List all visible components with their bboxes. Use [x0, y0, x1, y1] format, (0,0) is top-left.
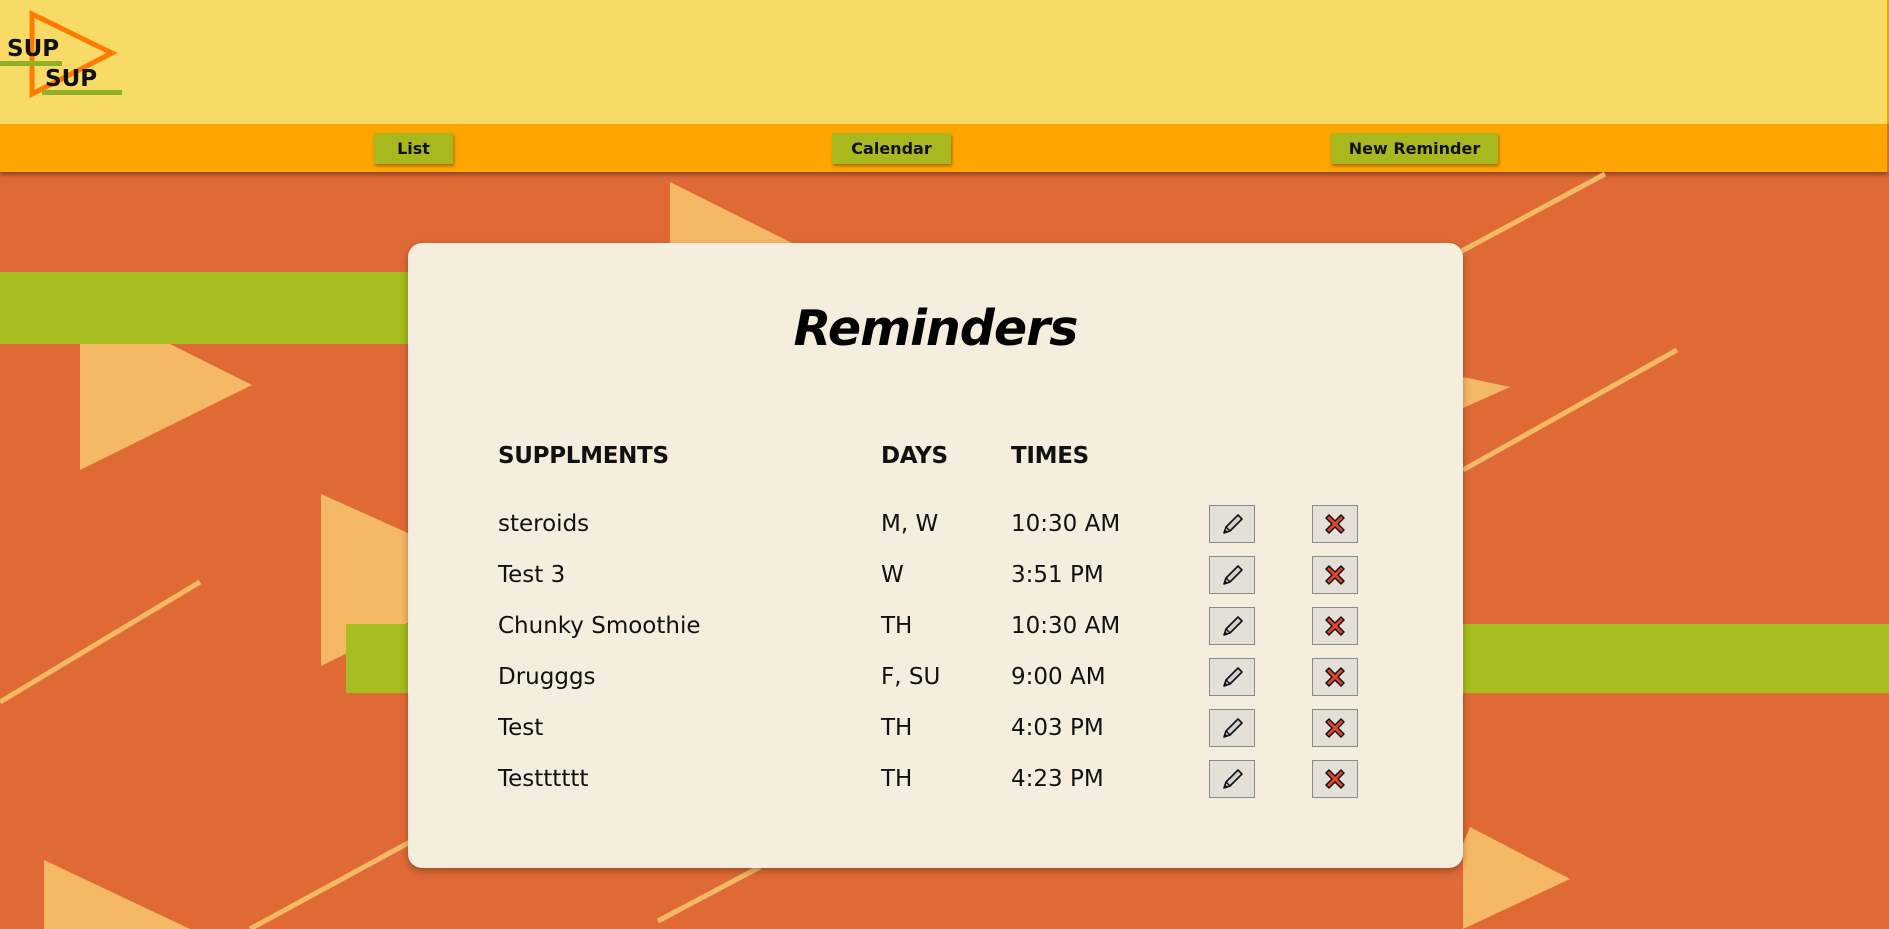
reminder-row: Test 3 W 3:51 PM [408, 556, 1463, 598]
edit-reminder-button[interactable] [1209, 607, 1255, 645]
column-header-times: TIMES [1011, 443, 1089, 469]
reminder-time: 4:23 PM [1011, 766, 1104, 792]
reminder-row: Chunky Smoothie TH 10:30 AM [408, 607, 1463, 649]
reminder-row: Test TH 4:03 PM [408, 709, 1463, 751]
background-line [248, 839, 412, 929]
sup-sup-logo[interactable]: SUP SUP [0, 8, 125, 100]
supplement-name: Testttttt [498, 766, 589, 792]
delete-reminder-button[interactable] [1312, 505, 1358, 543]
supplement-name: Drugggs [498, 664, 596, 690]
reminder-row: Drugggs F, SU 9:00 AM [408, 658, 1463, 700]
reminder-days: W [881, 562, 904, 588]
nav-list-button[interactable]: List [374, 133, 453, 164]
background-stripe [0, 272, 420, 344]
pencil-icon [1217, 713, 1247, 743]
supplement-name: Test [498, 715, 544, 741]
page-title: Reminders [793, 300, 1079, 357]
column-header-days: DAYS [881, 443, 948, 469]
app-header: SUP SUP [0, 0, 1889, 124]
pencil-icon [1217, 560, 1247, 590]
background-triangle [1463, 827, 1570, 929]
pencil-icon [1217, 509, 1247, 539]
close-icon [1320, 611, 1350, 641]
reminder-row: Testttttt TH 4:23 PM [408, 760, 1463, 802]
background-line [0, 579, 202, 705]
reminder-row: steroids M, W 10:30 AM [408, 505, 1463, 547]
reminder-days: TH [881, 613, 913, 639]
background-line [656, 864, 762, 924]
background-line [1458, 172, 1607, 255]
edit-reminder-button[interactable] [1209, 658, 1255, 696]
background-triangle [44, 860, 190, 929]
pencil-icon [1217, 764, 1247, 794]
background-triangle [670, 182, 800, 247]
edit-reminder-button[interactable] [1209, 556, 1255, 594]
edit-reminder-button[interactable] [1209, 709, 1255, 747]
logo-text-bottom: SUP [45, 66, 98, 92]
reminder-days: M, W [881, 511, 939, 537]
reminder-time: 10:30 AM [1011, 613, 1121, 639]
pencil-icon [1217, 662, 1247, 692]
close-icon [1320, 662, 1350, 692]
pencil-icon [1217, 611, 1247, 641]
background-triangle [1463, 377, 1510, 408]
nav-calendar-button[interactable]: Calendar [832, 133, 951, 164]
reminder-time: 3:51 PM [1011, 562, 1104, 588]
column-header-supplements: SUPPLMENTS [498, 443, 669, 469]
reminder-time: 4:03 PM [1011, 715, 1104, 741]
supplement-name: steroids [498, 511, 590, 537]
close-icon [1320, 560, 1350, 590]
nav-bar: List Calendar New Reminder [0, 124, 1889, 172]
supplement-name: Chunky Smoothie [498, 613, 701, 639]
delete-reminder-button[interactable] [1312, 760, 1358, 798]
edit-reminder-button[interactable] [1209, 505, 1255, 543]
close-icon [1320, 509, 1350, 539]
delete-reminder-button[interactable] [1312, 658, 1358, 696]
delete-reminder-button[interactable] [1312, 556, 1358, 594]
reminders-card: Reminders SUPPLMENTS DAYS TIMES steroids… [408, 243, 1463, 868]
delete-reminder-button[interactable] [1312, 709, 1358, 747]
background-line [1461, 347, 1679, 473]
logo-text-top: SUP [7, 36, 60, 62]
delete-reminder-button[interactable] [1312, 607, 1358, 645]
reminder-days: F, SU [881, 664, 941, 690]
supplement-name: Test 3 [498, 562, 566, 588]
reminder-time: 10:30 AM [1011, 511, 1121, 537]
background-triangle [80, 344, 252, 470]
nav-new-reminder-button[interactable]: New Reminder [1331, 133, 1498, 164]
close-icon [1320, 764, 1350, 794]
reminder-days: TH [881, 766, 913, 792]
close-icon [1320, 713, 1350, 743]
edit-reminder-button[interactable] [1209, 760, 1255, 798]
reminder-days: TH [881, 715, 913, 741]
reminder-time: 9:00 AM [1011, 664, 1106, 690]
